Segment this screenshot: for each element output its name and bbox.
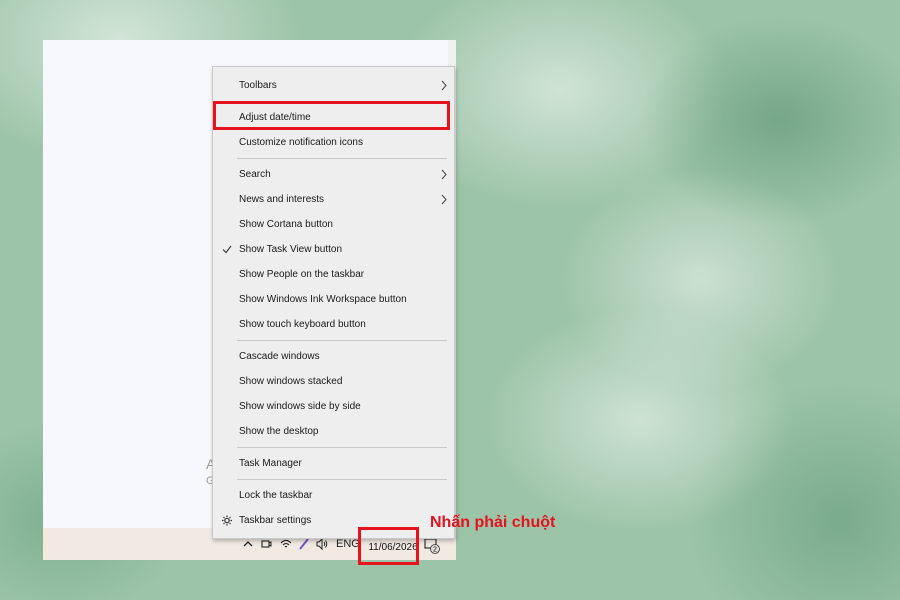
menu-item-task-manager[interactable]: Task Manager: [213, 451, 454, 476]
notification-count: 2: [433, 547, 437, 554]
menu-item-label: Show Windows Ink Workspace button: [239, 294, 407, 305]
menu-item-label: Lock the taskbar: [239, 490, 313, 501]
highlight-adjust-date-time: [213, 101, 450, 130]
menu-item-toolbars[interactable]: Toolbars: [213, 73, 454, 98]
menu-separator: [237, 340, 447, 341]
menu-item-show-windows-side-by-side[interactable]: Show windows side by side: [213, 394, 454, 419]
gear-icon: [222, 515, 232, 526]
chevron-right-icon: [441, 169, 447, 180]
highlight-clock: [358, 527, 419, 565]
menu-item-label: Search: [239, 169, 271, 180]
menu-item-news-and-interests[interactable]: News and interests: [213, 187, 454, 212]
menu-item-show-the-desktop[interactable]: Show the desktop: [213, 419, 454, 444]
menu-item-label: News and interests: [239, 194, 325, 205]
pen-workspace-icon[interactable]: [297, 537, 311, 551]
menu-item-show-people-on-taskbar[interactable]: Show People on the taskbar: [213, 262, 454, 287]
menu-item-label: Show Task View button: [239, 244, 343, 255]
notification-center-icon[interactable]: 2: [424, 538, 440, 554]
menu-separator: [237, 158, 447, 159]
menu-separator: [237, 447, 447, 448]
menu-item-label: Customize notification icons: [239, 137, 363, 148]
menu-item-cascade-windows[interactable]: Cascade windows: [213, 344, 454, 369]
menu-item-show-windows-ink-workspace[interactable]: Show Windows Ink Workspace button: [213, 287, 454, 312]
menu-item-customize-notification-icons[interactable]: Customize notification icons: [213, 130, 454, 155]
menu-item-label: Task Manager: [239, 458, 302, 469]
menu-item-show-task-view-button[interactable]: Show Task View button: [213, 237, 454, 262]
menu-item-label: Show touch keyboard button: [239, 319, 366, 330]
meet-now-icon[interactable]: [259, 537, 273, 551]
menu-separator: [237, 479, 447, 480]
menu-item-label: Show windows stacked: [239, 376, 343, 387]
chevron-right-icon: [441, 80, 447, 91]
volume-icon[interactable]: [315, 537, 329, 551]
menu-item-label: Toolbars: [239, 80, 277, 91]
menu-item-search[interactable]: Search: [213, 162, 454, 187]
show-hidden-icons-chevron-icon[interactable]: [241, 537, 255, 551]
menu-item-label: Show Cortana button: [239, 219, 333, 230]
checkmark-icon: [222, 245, 232, 254]
menu-item-lock-the-taskbar[interactable]: Lock the taskbar: [213, 483, 454, 508]
language-indicator[interactable]: ENG: [336, 538, 360, 550]
menu-item-label: Show the desktop: [239, 426, 319, 437]
menu-item-show-cortana-button[interactable]: Show Cortana button: [213, 212, 454, 237]
wifi-icon[interactable]: [279, 537, 293, 551]
menu-item-label: Show People on the taskbar: [239, 269, 365, 280]
menu-item-label: Cascade windows: [239, 351, 320, 362]
taskbar-context-menu[interactable]: Toolbars Adjust date/time Customize noti…: [212, 66, 455, 539]
menu-item-show-windows-stacked[interactable]: Show windows stacked: [213, 369, 454, 394]
annotation-caption: Nhấn phải chuột: [430, 514, 556, 531]
menu-item-show-touch-keyboard[interactable]: Show touch keyboard button: [213, 312, 454, 337]
menu-item-label: Show windows side by side: [239, 401, 361, 412]
menu-item-label: Taskbar settings: [239, 515, 312, 526]
chevron-right-icon: [441, 194, 447, 205]
